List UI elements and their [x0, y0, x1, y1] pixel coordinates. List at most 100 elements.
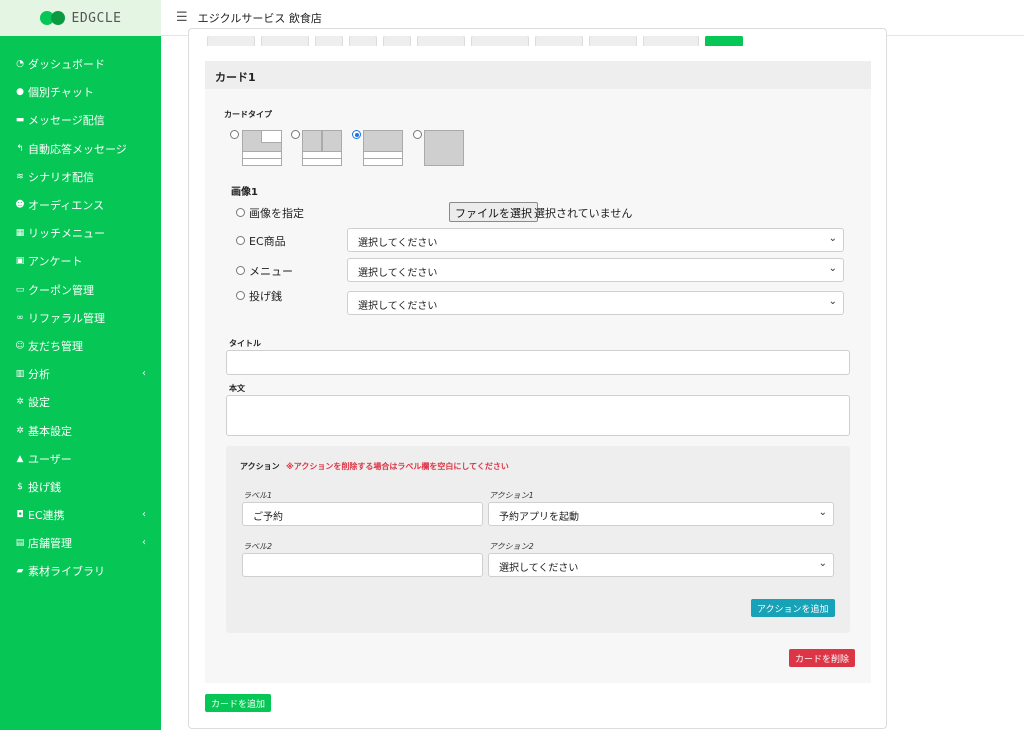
gear-icon: ✲: [16, 397, 24, 408]
card-type-thumb-3[interactable]: [363, 130, 403, 166]
label-input-2[interactable]: [242, 553, 483, 577]
image-option-radio[interactable]: [236, 208, 245, 217]
action-note: ※アクションを削除する場合はラベル欄を空白にしてください: [286, 462, 509, 471]
tip-option-label: 投げ銭: [249, 290, 282, 303]
tip-select[interactable]: 選択してください ⌄: [347, 291, 844, 315]
sidebar-item[interactable]: $ 投げ銭: [0, 473, 161, 501]
card-title: カード1: [205, 61, 871, 89]
sidebar-item[interactable]: ☺ 友だち管理: [0, 332, 161, 360]
action-select-1[interactable]: 予約アプリを起動 ⌄: [488, 502, 834, 526]
sidebar-item-label: ユーザー: [28, 452, 72, 466]
action-select-2-value: 選択してください: [499, 563, 579, 574]
card-type-thumb-1[interactable]: [242, 130, 282, 166]
card-tab[interactable]: [643, 36, 699, 46]
sidebar-item-label: 個別チャット: [28, 86, 94, 100]
card-tab[interactable]: [349, 36, 377, 46]
action-caption-2: アクション2: [489, 542, 534, 551]
body-label: 本文: [229, 384, 245, 393]
ec-select-value: 選択してください: [358, 238, 438, 249]
logo-icon: [39, 11, 68, 25]
sidebar-item[interactable]: ✲ 設定: [0, 388, 161, 416]
card-type-radio-2[interactable]: [291, 130, 300, 139]
card-type-radio-4[interactable]: [413, 130, 422, 139]
ec-option-radio[interactable]: [236, 236, 245, 245]
image-label: 画像1: [231, 187, 258, 198]
action-label: アクション: [240, 462, 280, 471]
brand-name: EDGCLE: [71, 10, 122, 26]
label-input-1[interactable]: ご予約: [242, 502, 483, 526]
chevron-down-icon: ⌄: [818, 507, 827, 518]
sidebar-item[interactable]: ∞ リファラル管理: [0, 304, 161, 332]
card-tab[interactable]: [589, 36, 637, 46]
sidebar-item[interactable]: ▰ 素材ライブラリ: [0, 557, 161, 585]
sidebar-item-label: アンケート: [28, 255, 83, 269]
card-tab[interactable]: [315, 36, 343, 46]
menu-select[interactable]: 選択してください ⌄: [347, 258, 844, 282]
sidebar-item[interactable]: ● 個別チャット: [0, 78, 161, 106]
bag-icon: ◘: [16, 510, 24, 521]
friends-icon: ☺: [15, 340, 25, 351]
tip-select-value: 選択してください: [358, 301, 438, 312]
card-type-thumb-2[interactable]: [302, 130, 342, 166]
sidebar-item[interactable]: ◘ EC連携 ‹: [0, 501, 161, 529]
card-type-radio-1[interactable]: [230, 130, 239, 139]
card-tab[interactable]: [417, 36, 465, 46]
sidebar-item[interactable]: ▤ 店舗管理 ‹: [0, 529, 161, 557]
sidebar-item[interactable]: ✲ 基本設定: [0, 416, 161, 444]
chevron-left-icon: ‹: [142, 509, 146, 520]
card-type-radio-3[interactable]: [352, 130, 361, 139]
image-option-label: 画像を指定: [249, 207, 304, 220]
card-tab[interactable]: [261, 36, 309, 46]
action-caption-1: アクション1: [489, 491, 534, 500]
menu-option-label: メニュー: [249, 265, 293, 278]
sidebar-item[interactable]: ▬ メッセージ配信: [0, 106, 161, 134]
body-textarea[interactable]: [226, 395, 850, 436]
brand-logo[interactable]: EDGCLE: [0, 0, 161, 36]
sidebar-item-label: EC連携: [28, 509, 65, 523]
sidebar: EDGCLE ◔ ダッシュボード ● 個別チャット ▬ メッセージ配信 ↰ 自動応答メッセージ…: [0, 0, 161, 730]
add-card-button[interactable]: カードを追加: [205, 694, 272, 712]
sidebar-item[interactable]: ◔ ダッシュボード: [0, 50, 161, 78]
card-tab[interactable]: [535, 36, 583, 46]
menu-icon[interactable]: ☰: [176, 10, 188, 25]
menu-option-radio[interactable]: [236, 266, 245, 275]
sidebar-item-label: リッチメニュー: [28, 227, 105, 241]
sidebar-item-label: 友だち管理: [28, 339, 83, 353]
sidebar-item[interactable]: ▥ 分析 ‹: [0, 360, 161, 388]
menu-select-value: 選択してください: [358, 268, 438, 279]
reply-icon: ↰: [16, 143, 24, 154]
tip-option-radio[interactable]: [236, 291, 245, 300]
sidebar-item-label: 投げ銭: [28, 480, 61, 494]
card-tab[interactable]: [383, 36, 411, 46]
chevron-down-icon: ⌄: [828, 263, 837, 274]
sidebar-item-label: 素材ライブラリ: [28, 565, 105, 579]
folder-icon: ▰: [16, 566, 24, 577]
add-action-button[interactable]: アクションを追加: [751, 599, 835, 617]
card-tab-active[interactable]: [705, 36, 743, 46]
chevron-left-icon: ‹: [142, 368, 146, 380]
card-tab[interactable]: [207, 36, 255, 46]
sidebar-item[interactable]: ☻ オーディエンス: [0, 191, 161, 219]
users-icon: ☻: [15, 200, 25, 211]
sidebar-item-label: オーディエンス: [28, 199, 105, 213]
delete-card-button[interactable]: カードを削除: [789, 649, 856, 667]
chevron-down-icon: ⌄: [818, 558, 827, 569]
card-tab[interactable]: [471, 36, 529, 46]
sidebar-item-label: 店舗管理: [28, 537, 72, 551]
sidebar-item[interactable]: ▦ リッチメニュー: [0, 219, 161, 247]
sidebar-item[interactable]: ↰ 自動応答メッセージ: [0, 135, 161, 163]
action-select-2[interactable]: 選択してください ⌄: [488, 553, 834, 577]
sidebar-item[interactable]: ▲ ユーザー: [0, 445, 161, 473]
ticket-icon: ▭: [15, 284, 25, 295]
sidebar-item[interactable]: ≋ シナリオ配信: [0, 163, 161, 191]
file-choose-button[interactable]: ファイルを選択: [449, 202, 538, 222]
card-type-thumb-4[interactable]: [424, 130, 464, 166]
card-type-label: カードタイプ: [224, 110, 272, 119]
sidebar-item-label: 自動応答メッセージ: [28, 142, 127, 156]
sidebar-item[interactable]: ▣ アンケート: [0, 247, 161, 275]
title-input[interactable]: [226, 350, 850, 375]
title-label: タイトル: [229, 339, 261, 348]
ec-product-select[interactable]: 選択してください ⌄: [347, 228, 844, 252]
sidebar-item[interactable]: ▭ クーポン管理: [0, 276, 161, 304]
store-icon: ▤: [15, 538, 25, 549]
